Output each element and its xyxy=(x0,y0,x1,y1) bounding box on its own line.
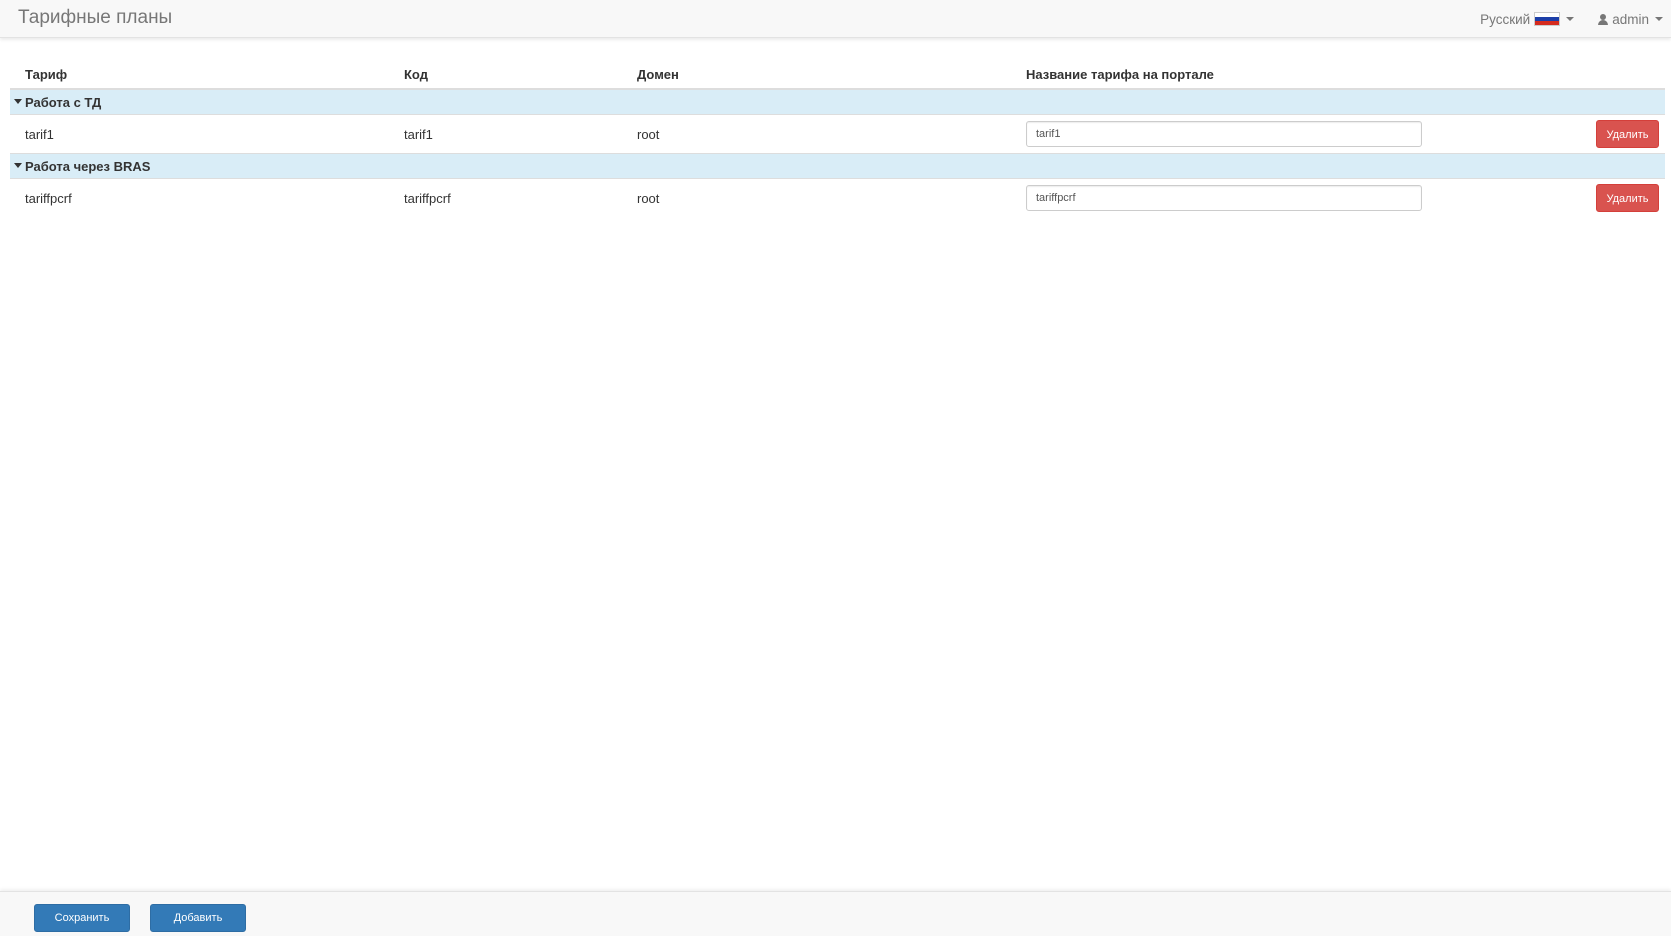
column-header-domain: Домен xyxy=(622,60,1011,90)
navbar-right: Русский admin xyxy=(1480,0,1671,38)
group-row[interactable]: Работа через BRAS xyxy=(10,153,1665,179)
cell-tariff: tarif1 xyxy=(25,126,54,142)
group-row[interactable]: Работа с ТД xyxy=(10,88,1665,115)
caret-down-icon xyxy=(1655,17,1663,21)
save-button[interactable]: Сохранить xyxy=(34,904,130,932)
cell-domain: root xyxy=(637,190,660,206)
add-button[interactable]: Добавить xyxy=(150,904,246,932)
user-icon xyxy=(1598,13,1609,25)
column-header-actions xyxy=(1487,60,1665,90)
top-navbar: Тарифные планы Русский admin xyxy=(0,0,1671,38)
user-dropdown[interactable]: admin xyxy=(1598,12,1663,27)
cell-domain: root xyxy=(637,126,660,142)
group-label: Работа через BRAS xyxy=(25,158,151,174)
page-title: Тарифные планы xyxy=(18,7,173,28)
footer-toolbar: Сохранить Добавить xyxy=(0,891,1671,936)
portal-name-input[interactable] xyxy=(1026,121,1422,147)
russia-flag-icon xyxy=(1534,12,1561,26)
caret-down-icon xyxy=(1566,17,1575,21)
column-header-code: Код xyxy=(389,60,622,90)
cell-actions: Удалить xyxy=(1487,179,1665,218)
portal-name-input[interactable] xyxy=(1026,185,1422,211)
cell-code: tarif1 xyxy=(404,126,433,142)
group-cell[interactable]: Работа с ТД xyxy=(10,88,1665,115)
delete-button[interactable]: Удалить xyxy=(1596,120,1659,148)
tariff-table: Тариф Код Домен Название тарифа на порта… xyxy=(10,60,1665,217)
cell-portal-name xyxy=(1011,179,1487,218)
cell-tariff: tariffpcrf xyxy=(25,190,72,206)
language-label: Русский xyxy=(1480,11,1531,27)
cell-code: tariffpcrf xyxy=(404,190,451,206)
table-header-row: Тариф Код Домен Название тарифа на порта… xyxy=(10,60,1665,90)
group-cell[interactable]: Работа через BRAS xyxy=(10,153,1665,179)
table-row: tariffpcrf tariffpcrf root Удалить xyxy=(10,179,1665,218)
tariff-table-container: Тариф Код Домен Название тарифа на порта… xyxy=(10,60,1665,217)
cell-portal-name xyxy=(1011,115,1487,154)
caret-down-icon[interactable] xyxy=(14,162,22,168)
user-name: admin xyxy=(1612,11,1649,27)
caret-down-icon[interactable] xyxy=(14,98,22,104)
group-label: Работа с ТД xyxy=(25,94,102,110)
language-dropdown[interactable]: Русский xyxy=(1480,11,1575,27)
cell-actions: Удалить xyxy=(1487,115,1665,154)
table-row: tarif1 tarif1 root Удалить xyxy=(10,115,1665,154)
column-header-tariff: Тариф xyxy=(10,60,389,90)
delete-button[interactable]: Удалить xyxy=(1596,184,1659,212)
column-header-portal-name: Название тарифа на портале xyxy=(1011,60,1487,90)
